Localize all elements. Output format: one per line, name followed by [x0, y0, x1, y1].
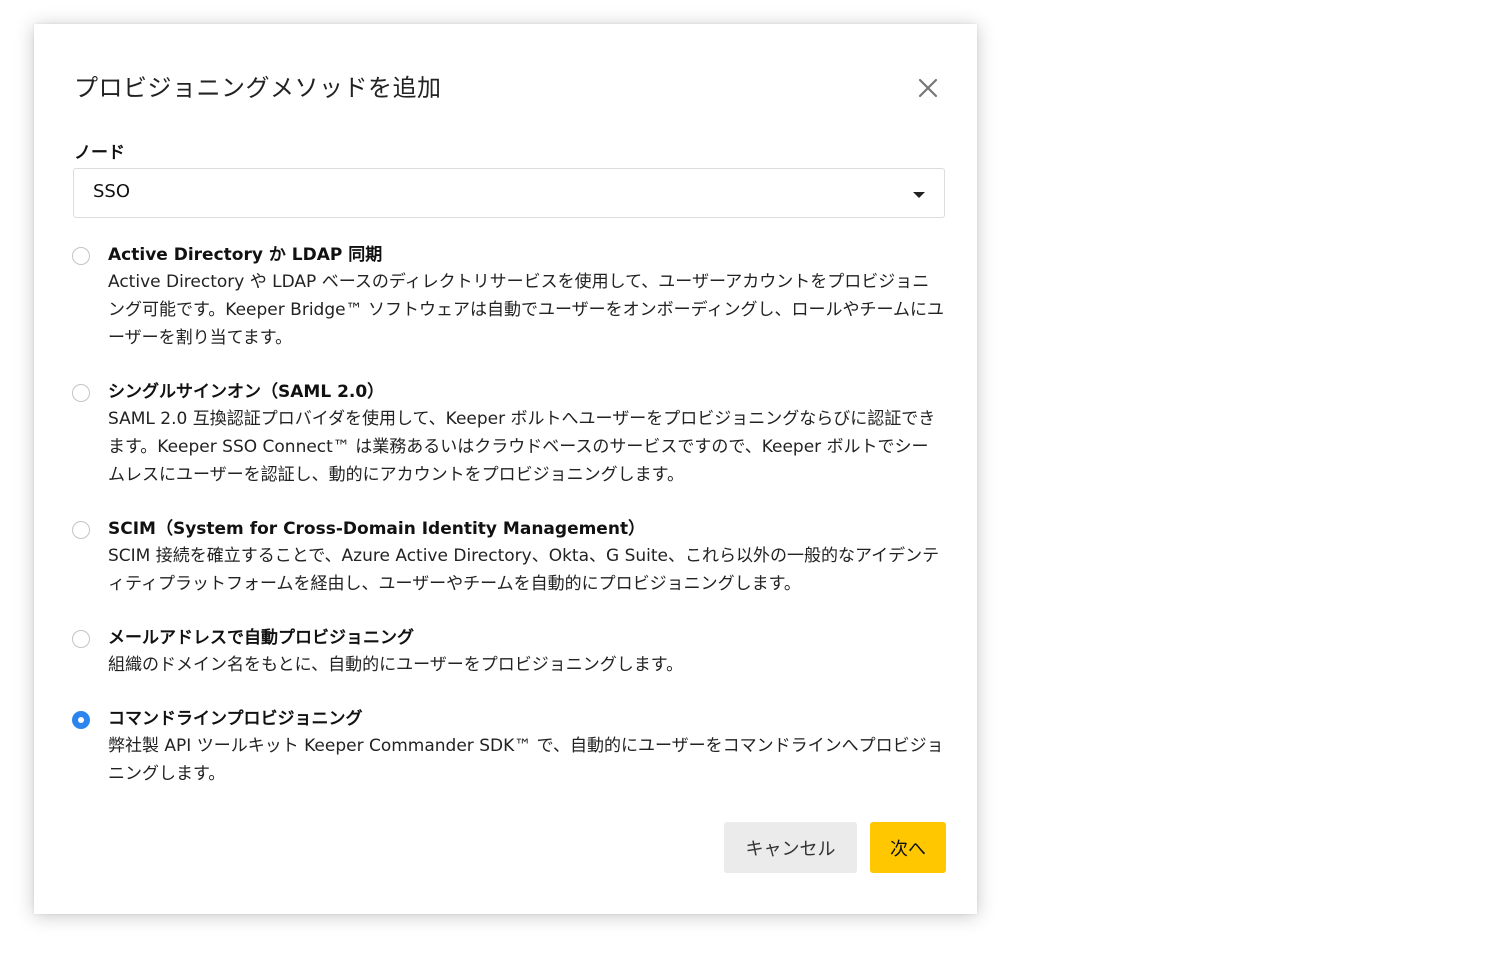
option-ad-ldap[interactable]: Active Directory か LDAP 同期 Active Direct… — [72, 242, 952, 352]
radio-button[interactable] — [72, 630, 90, 648]
option-description: 組織のドメイン名をもとに、自動的にユーザーをプロビジョニングします。 — [108, 655, 684, 675]
caret-down-icon — [913, 192, 925, 198]
node-select[interactable]: SSO — [73, 168, 945, 218]
close-icon[interactable] — [914, 74, 942, 102]
option-command-line[interactable]: コマンドラインプロビジョニング 弊社製 API ツールキット Keeper Co… — [72, 706, 952, 788]
node-select-value: SSO — [93, 181, 131, 202]
radio-button-selected[interactable] — [72, 711, 90, 729]
radio-button[interactable] — [72, 384, 90, 402]
option-description: SCIM 接続を確立することで、Azure Active Directory、O… — [108, 546, 940, 594]
cancel-button[interactable]: キャンセル — [724, 822, 857, 873]
option-title: SCIM（System for Cross-Domain Identity Ma… — [108, 519, 646, 539]
option-title: メールアドレスで自動プロビジョニング — [108, 628, 414, 648]
node-label: ノード — [74, 143, 125, 163]
dialog-title: プロビジョニングメソッドを追加 — [74, 74, 442, 102]
provisioning-dialog: プロビジョニングメソッドを追加 ノード SSO Active Directory… — [34, 24, 977, 914]
option-saml-sso[interactable]: シングルサインオン（SAML 2.0） SAML 2.0 互換認証プロバイダを使… — [72, 379, 952, 489]
radio-button[interactable] — [72, 247, 90, 265]
radio-button[interactable] — [72, 521, 90, 539]
option-title: Active Directory か LDAP 同期 — [108, 245, 383, 265]
option-description: 弊社製 API ツールキット Keeper Commander SDK™ で、自… — [108, 736, 944, 784]
option-description: SAML 2.0 互換認証プロバイダを使用して、Keeper ボルトへユーザーを… — [108, 409, 936, 485]
option-email-auto[interactable]: メールアドレスで自動プロビジョニング 組織のドメイン名をもとに、自動的にユーザー… — [72, 625, 952, 679]
option-title: コマンドラインプロビジョニング — [108, 709, 363, 729]
dialog-footer: キャンセル 次へ — [724, 822, 946, 873]
next-button[interactable]: 次へ — [870, 822, 946, 873]
provisioning-method-options: Active Directory か LDAP 同期 Active Direct… — [72, 242, 952, 815]
option-title: シングルサインオン（SAML 2.0） — [108, 382, 385, 402]
option-description: Active Directory や LDAP ベースのディレクトリサービスを使… — [108, 272, 944, 348]
option-scim[interactable]: SCIM（System for Cross-Domain Identity Ma… — [72, 516, 952, 598]
